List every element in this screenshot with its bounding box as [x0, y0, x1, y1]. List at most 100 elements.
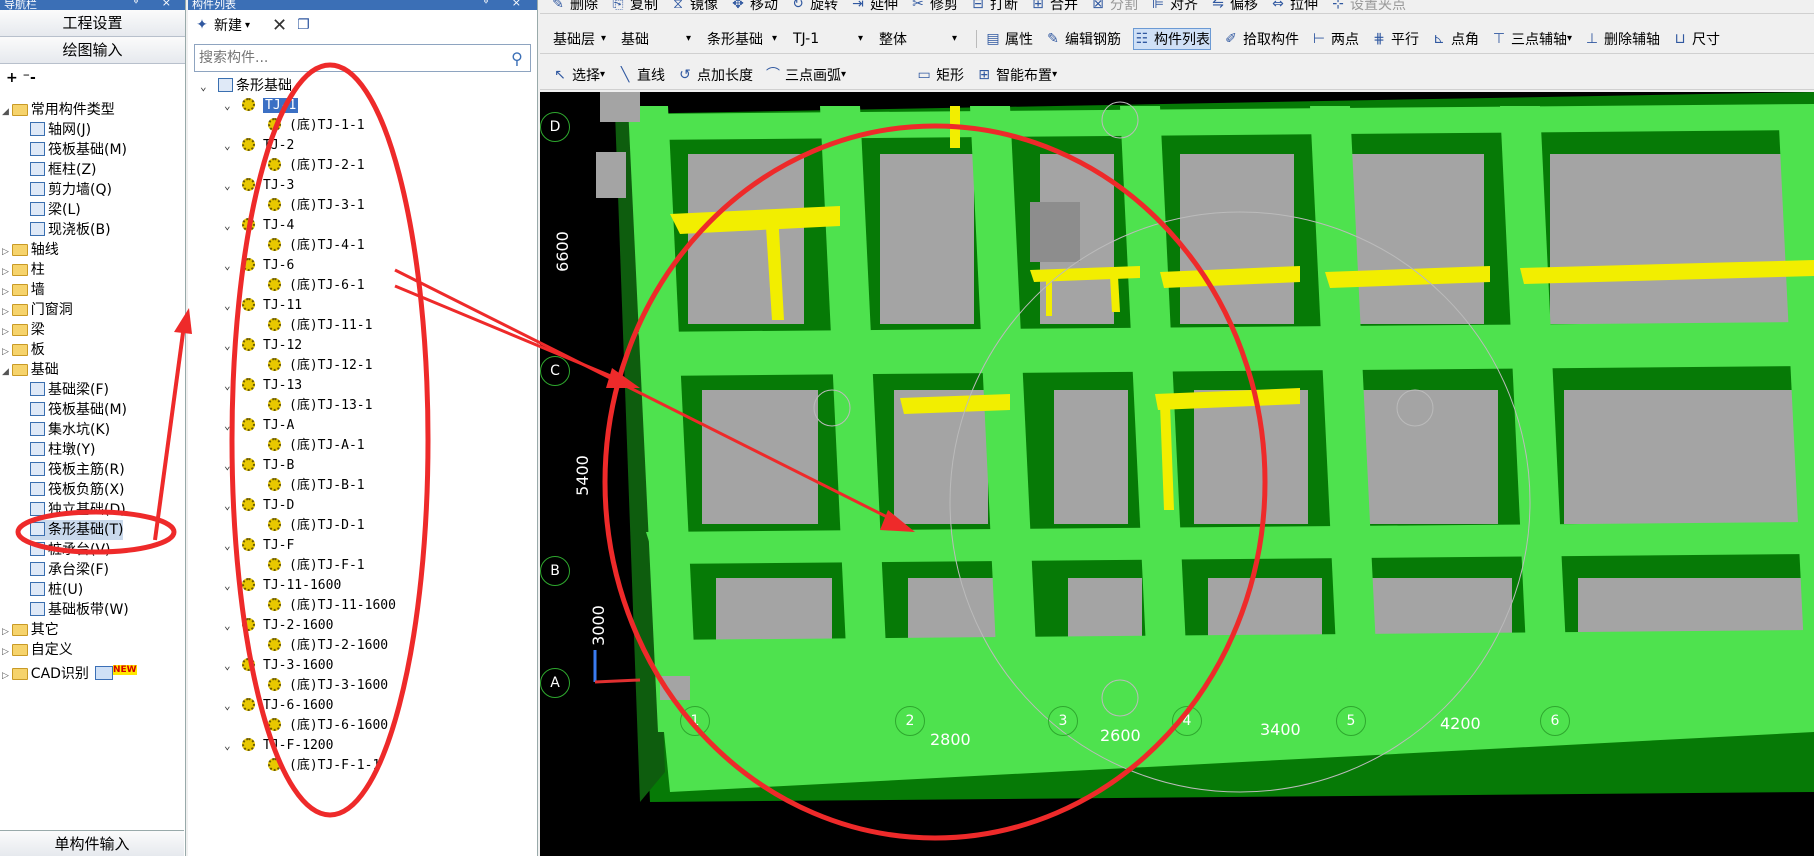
toolbar-button-9[interactable]: ⊠ 分割 — [1090, 0, 1138, 13]
component-item[interactable]: ⌄ TJ-3-1600 — [224, 656, 333, 676]
collapse-icon[interactable]: ⌄ — [224, 256, 236, 276]
expand-icon[interactable]: ▷ — [2, 307, 12, 317]
toolbar-button-12[interactable]: ⇔ 拉伸 — [1270, 0, 1318, 13]
expand-icon[interactable]: ▷ — [2, 647, 12, 657]
type-dropdown[interactable]: 条形基础 ▾ — [702, 28, 782, 50]
nav-tree-item[interactable]: ◢ 基础 — [2, 360, 59, 380]
single-component-input-button[interactable]: 单构件输入 — [0, 830, 184, 856]
nav-tree-item[interactable]: ▷ 门窗洞 — [2, 300, 73, 320]
component-sub-item[interactable]: (底)TJ-F-1 — [268, 556, 365, 576]
toolbar-button-5[interactable]: ⇥ 延伸 — [850, 0, 898, 13]
draw-toolbar-button-4[interactable]: ▭ 矩形 — [916, 65, 964, 85]
expand-icon[interactable]: ▷ — [2, 671, 12, 681]
nav-tree-item[interactable]: ▷ 板 — [2, 340, 45, 360]
delete-icon[interactable]: ✕ — [272, 15, 287, 36]
component-sub-item[interactable]: (底)TJ-2-1600 — [268, 636, 388, 656]
project-settings-button[interactable]: 工程设置 — [0, 10, 185, 37]
component-sub-item[interactable]: (底)TJ-A-1 — [268, 436, 365, 456]
expand-icon[interactable]: ◢ — [2, 107, 12, 117]
nav-tree-item[interactable]: 承台梁(F) — [30, 560, 109, 580]
toolbar-button-7[interactable]: ⊟ 打断 — [970, 0, 1018, 13]
nav-tree-item[interactable]: 轴网(J) — [30, 120, 91, 140]
collapse-icon[interactable]: ⌄ — [224, 416, 236, 436]
nav-tree-item[interactable]: 筏板负筋(X) — [30, 480, 125, 500]
component-toolbar-button-2[interactable]: ☷ 构件列表 — [1133, 27, 1211, 50]
category-dropdown[interactable]: 基础 ▾ — [616, 28, 696, 50]
nav-tree-item[interactable]: ◢ 常用构件类型 — [2, 100, 115, 120]
tree-expand-collapse-tools[interactable]: + ⁻- — [0, 64, 185, 88]
component-item[interactable]: ⌄ TJ-11 — [224, 296, 302, 316]
draw-toolbar-button-2[interactable]: ↺ 点加长度 — [677, 65, 753, 85]
nav-tree-item[interactable]: ▷ 墙 — [2, 280, 45, 300]
component-toolbar-button-8[interactable]: ⊥ 删除辅轴 — [1584, 29, 1660, 49]
component-item[interactable]: ⌄ TJ-2 — [224, 136, 294, 156]
component-sub-item[interactable]: (底)TJ-13-1 — [268, 396, 372, 416]
nav-tree-item[interactable]: 桩承台(V) — [30, 540, 111, 560]
nav-tree-item[interactable]: 集水坑(K) — [30, 420, 110, 440]
nav-tree-item[interactable]: 剪力墙(Q) — [30, 180, 112, 200]
nav-tree-item[interactable]: ▷ CAD识别 NEW — [2, 660, 137, 682]
component-item[interactable]: ⌄ TJ-12 — [224, 336, 302, 356]
collapse-icon[interactable]: ⌄ — [224, 456, 236, 476]
collapse-icon[interactable]: ⌄ — [224, 176, 236, 196]
toolbar-button-13[interactable]: ⊹ 设置夹点 — [1330, 0, 1406, 13]
collapse-icon[interactable]: ⌄ — [224, 656, 236, 676]
component-sub-item[interactable]: (底)TJ-12-1 — [268, 356, 372, 376]
foundation-3d-scene[interactable] — [540, 92, 1814, 856]
component-dropdown[interactable]: TJ-1 ▾ — [788, 28, 868, 50]
3d-viewport[interactable]: D C B A 1 2 3 4 5 6 6600 5400 3000 2800 2600 3400 4200 — [540, 92, 1814, 856]
component-toolbar-button-0[interactable]: ▤ 属性 — [985, 29, 1033, 49]
component-sub-item[interactable]: (底)TJ-4-1 — [268, 236, 365, 256]
expand-icon[interactable]: ▷ — [2, 327, 12, 337]
nav-tree-item[interactable]: 独立基础(D) — [30, 500, 126, 520]
scope-dropdown[interactable]: 整体 ▾ — [874, 28, 962, 50]
nav-tree-item[interactable]: 梁(L) — [30, 200, 81, 220]
component-sub-item[interactable]: (底)TJ-3-1600 — [268, 676, 388, 696]
collapse-icon[interactable]: ⌄ — [200, 77, 212, 97]
component-item[interactable]: ⌄ TJ-F — [224, 536, 294, 556]
toolbar-button-8[interactable]: ⊞ 合并 — [1030, 0, 1078, 13]
component-sub-item[interactable]: (底)TJ-1-1 — [268, 116, 365, 136]
collapse-icon[interactable]: ⌄ — [224, 336, 236, 356]
toolbar-button-4[interactable]: ↻ 旋转 — [790, 0, 838, 13]
comp-title-buttons[interactable]: ᵠ × — [484, 0, 531, 8]
component-sub-item[interactable]: (底)TJ-2-1 — [268, 156, 365, 176]
nav-tree-item[interactable]: 筏板主筋(R) — [30, 460, 125, 480]
collapse-icon[interactable]: ⌄ — [224, 576, 236, 596]
expand-icon[interactable]: ▷ — [2, 287, 12, 297]
component-toolbar-button-7[interactable]: ⊤ 三点辅轴 ▾ — [1491, 29, 1572, 49]
toolbar-button-2[interactable]: ⧖ 镜像 — [670, 0, 718, 13]
toolbar-button-11[interactable]: ⇋ 偏移 — [1210, 0, 1258, 13]
nav-tree-item[interactable]: 筏板基础(M) — [30, 400, 127, 420]
nav-tree-item[interactable]: 条形基础(T) — [30, 520, 124, 540]
new-component-button[interactable]: ✦ 新建 ▾ — [194, 15, 250, 35]
component-toolbar-button-5[interactable]: ⋕ 平行 — [1371, 29, 1419, 49]
component-toolbar-button-4[interactable]: ⊢ 两点 — [1311, 29, 1359, 49]
component-item[interactable]: ⌄ TJ-1 — [224, 96, 299, 116]
expand-icon[interactable]: ◢ — [2, 367, 12, 377]
nav-tree-item[interactable]: ▷ 柱 — [2, 260, 45, 280]
collapse-icon[interactable]: ⌄ — [224, 216, 236, 236]
component-sub-item[interactable]: (底)TJ-6-1 — [268, 276, 365, 296]
component-item[interactable]: ⌄ TJ-3 — [224, 176, 294, 196]
search-icon[interactable]: ⚲ — [504, 49, 530, 68]
draw-toolbar-button-5[interactable]: ⊞ 智能布置 ▾ — [976, 65, 1057, 85]
collapse-icon[interactable]: ⌄ — [224, 96, 236, 116]
component-item[interactable]: ⌄ TJ-6 — [224, 256, 294, 276]
component-item[interactable]: ⌄ TJ-B — [224, 456, 294, 476]
nav-tree-item[interactable]: ▷ 自定义 — [2, 640, 73, 660]
collapse-icon[interactable]: ⌄ — [224, 696, 236, 716]
component-sub-item[interactable]: (底)TJ-B-1 — [268, 476, 365, 496]
component-item[interactable]: ⌄ TJ-F-1200 — [224, 736, 333, 756]
copy-icon[interactable]: ❐ — [297, 17, 310, 33]
draw-toolbar-button-0[interactable]: ↖ 选择 ▾ — [552, 65, 605, 85]
component-toolbar-button-9[interactable]: ⊔ 尺寸 — [1672, 29, 1720, 49]
component-toolbar-button-1[interactable]: ✎ 编辑钢筋 — [1045, 29, 1121, 49]
collapse-icon[interactable]: ⌄ — [224, 616, 236, 636]
nav-tree-item[interactable]: 基础梁(F) — [30, 380, 109, 400]
nav-tree-item[interactable]: 现浇板(B) — [30, 220, 111, 240]
nav-tree-item[interactable]: ▷ 梁 — [2, 320, 45, 340]
collapse-icon[interactable]: ⌄ — [224, 736, 236, 756]
collapse-icon[interactable]: ⌄ — [224, 136, 236, 156]
expand-icon[interactable]: ▷ — [2, 347, 12, 357]
